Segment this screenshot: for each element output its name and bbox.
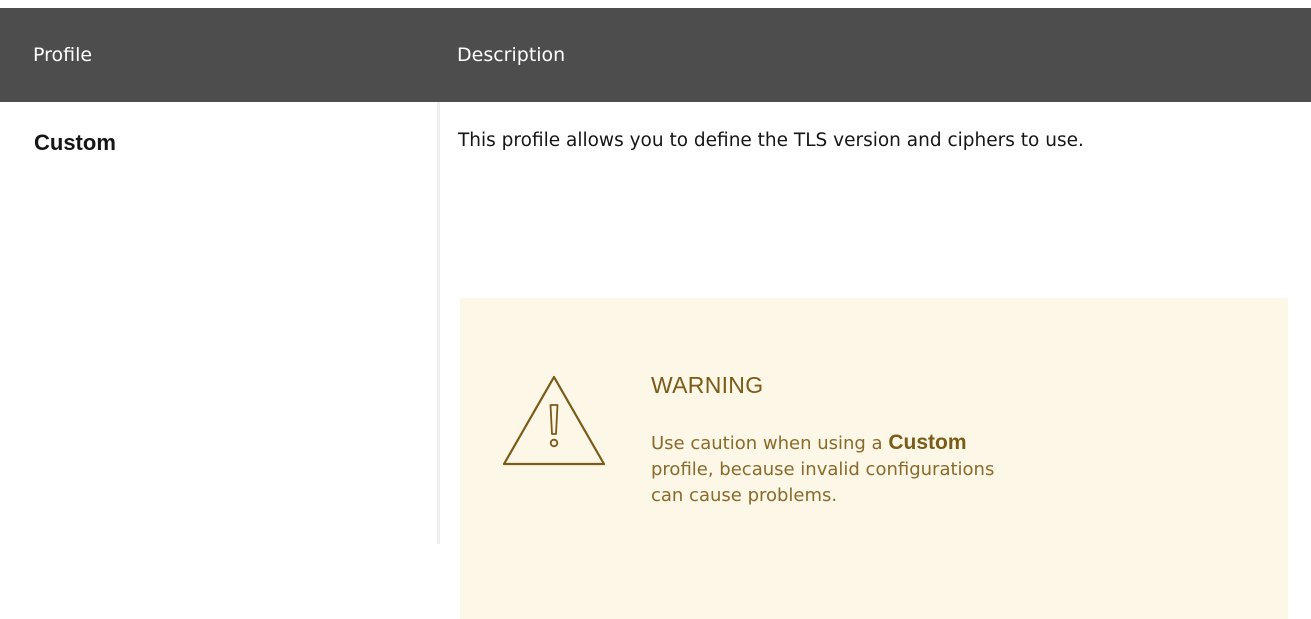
profile-name-cell: Custom: [34, 130, 116, 155]
warning-text: Use caution when using a Custom profile,…: [651, 430, 1011, 509]
warning-admonition: WARNING Use caution when using a Custom …: [460, 298, 1288, 619]
warning-text-emphasis: Custom: [888, 431, 967, 454]
table-row: Custom This profile allows you to define…: [0, 102, 1311, 619]
warning-triangle-icon: [502, 375, 606, 466]
column-header-description: Description: [457, 44, 566, 66]
table-header-row: Profile Description: [0, 8, 1311, 102]
profile-description: This profile allows you to define the TL…: [458, 130, 1084, 151]
column-header-profile: Profile: [33, 44, 93, 66]
warning-text-before: Use caution when using a: [651, 433, 889, 454]
tls-profile-table: Profile Description Custom This profile …: [0, 8, 1311, 619]
column-divider: [437, 102, 440, 544]
warning-text-after: profile, because invalid configurations …: [651, 459, 995, 506]
warning-title: WARNING: [651, 372, 764, 398]
